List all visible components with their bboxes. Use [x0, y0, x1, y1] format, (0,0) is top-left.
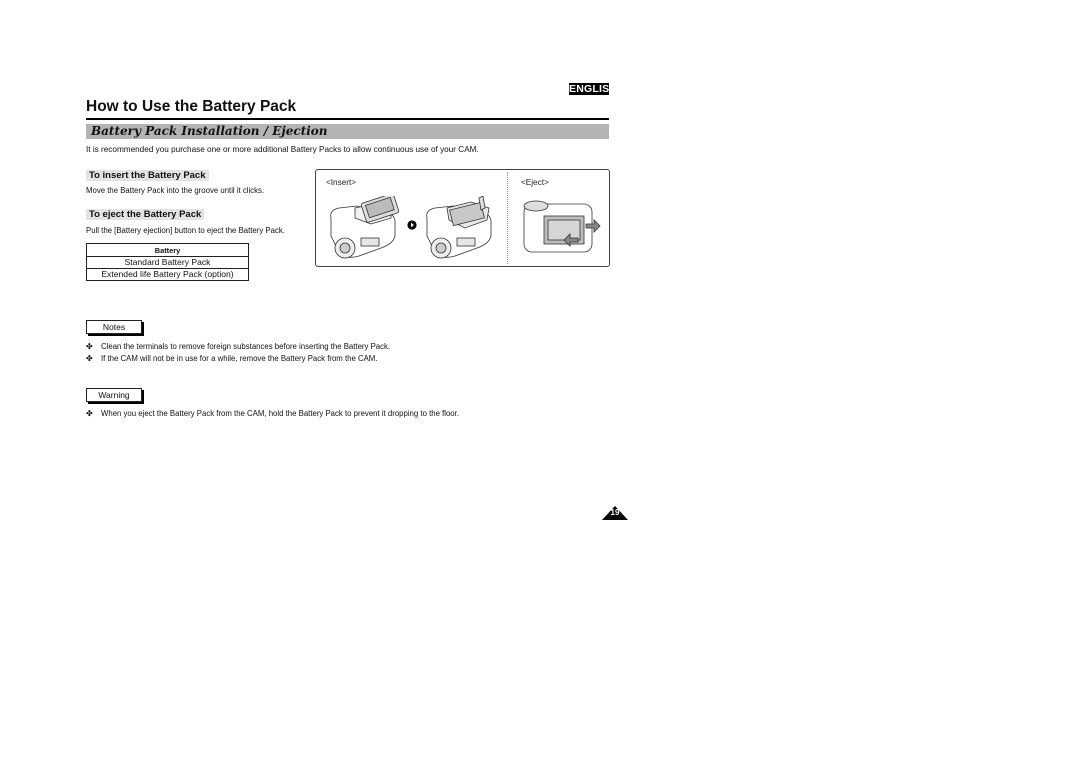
illustration-divider [507, 172, 508, 264]
notes-label: Notes [86, 320, 142, 334]
title-divider [86, 118, 609, 120]
table-cell: Extended life Battery Pack (option) [86, 268, 249, 281]
page-title: How to Use the Battery Pack [86, 98, 297, 115]
bullet-icon: ✤ [86, 409, 93, 418]
insert-heading: To insert the Battery Pack [86, 170, 209, 181]
section-title: Battery Pack Installation / Ejection [91, 124, 328, 138]
eject-label: <Eject> [521, 178, 549, 187]
table-cell: Standard Battery Pack [86, 256, 249, 269]
warning-label: Warning [86, 388, 142, 402]
table-row: Extended life Battery Pack (option) [86, 268, 249, 281]
table-header-row: Battery [86, 243, 249, 257]
note-item: ✤ If the CAM will not be in use for a whi… [86, 354, 377, 364]
note-item: ✤ Clean the terminals to remove foreign s… [86, 342, 390, 352]
table-header-cell: Battery [86, 243, 249, 257]
page-number: 19 [610, 508, 620, 517]
eject-heading: To eject the Battery Pack [86, 209, 205, 220]
bullet-icon: ✤ [86, 354, 93, 363]
table-row: Standard Battery Pack [86, 256, 249, 269]
warning-item: ✤ When you eject the Battery Pack from th… [86, 409, 459, 419]
insert-label: <Insert> [326, 178, 357, 187]
insert-text: Move the Battery Pack into the groove un… [86, 186, 265, 195]
camcorder-insert-step1-image [330, 196, 400, 259]
camcorder-insert-step2-image [426, 196, 492, 259]
eject-text: Pull the [Battery ejection] button to ej… [86, 226, 285, 235]
warning-text: When you eject the Battery Pack from the… [101, 409, 459, 418]
note-text: If the CAM will not be in use for a whil… [101, 354, 378, 363]
camcorder-eject-image [523, 200, 601, 253]
battery-table: Battery Standard Battery Pack Extended l… [86, 243, 249, 281]
intro-text: It is recommended you purchase one or mo… [86, 145, 479, 154]
language-badge: ENGLISH [569, 83, 618, 95]
note-text: Clean the terminals to remove foreign su… [101, 342, 391, 351]
bullet-icon: ✤ [86, 342, 93, 351]
step-arrow-icon [407, 220, 417, 230]
